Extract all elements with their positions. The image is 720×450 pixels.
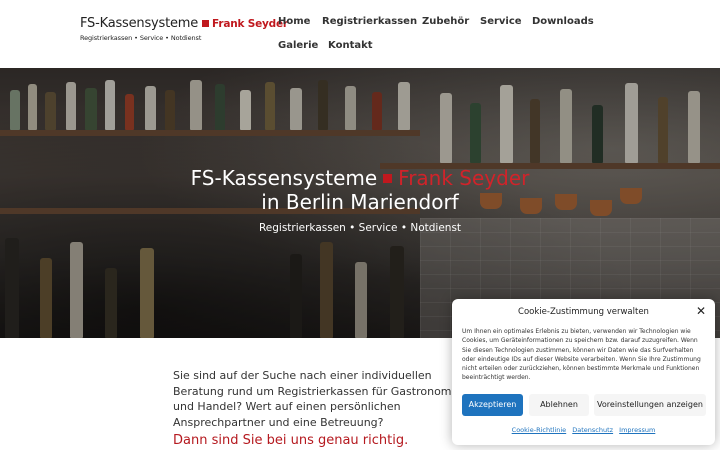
nav-kontakt[interactable]: Kontakt [328,40,373,51]
site-logo[interactable]: FS-Kassensysteme Frank Seyder Registrierk… [80,16,288,42]
logo-owner: Frank Seyder [212,18,288,30]
logo-tagline: Registrierkassen • Service • Notdienst [80,34,202,42]
accept-button[interactable]: Akzeptieren [462,394,523,416]
nav-service[interactable]: Service [480,16,522,27]
cookie-links: Cookie-Richtlinie Datenschutz Impressum [452,426,715,434]
logo-square-icon [202,19,210,27]
nav-home[interactable]: Home [278,16,310,27]
intro-cta: Dann sind Sie bei uns genau richtig. [173,433,409,448]
nav-galerie[interactable]: Galerie [278,40,318,51]
hero-subtitle: in Berlin Mariendorf [261,190,459,214]
title-square-icon [383,173,393,183]
preferences-button[interactable]: Voreinstellungen anzeigen [594,394,706,416]
nav-registrierkassen[interactable]: Registrierkassen [322,16,417,27]
cookie-consent-dialog: Cookie-Zustimmung verwalten ✕ Um Ihnen e… [452,299,715,445]
cookie-policy-link[interactable]: Cookie-Richtlinie [512,426,567,434]
hero-tags: Registrierkassen • Service • Notdienst [258,222,462,234]
imprint-link[interactable]: Impressum [619,426,655,434]
intro-text: Sie sind auf der Suche nach einer indivi… [173,369,462,429]
hero-title: FS-Kassensysteme Frank Seyder [190,166,530,190]
cookie-text: Um Ihnen ein optimales Erlebnis zu biete… [462,328,701,382]
logo-brand: FS-Kassensysteme [80,16,199,31]
cookie-title: Cookie-Zustimmung verwalten [518,307,649,317]
hero-banner: FS-Kassensysteme Frank Seyder in Berlin M… [0,68,720,338]
close-icon[interactable]: ✕ [696,305,706,317]
site-header: FS-Kassensysteme Frank Seyder Registrierk… [0,0,720,68]
privacy-link[interactable]: Datenschutz [572,426,613,434]
nav-downloads[interactable]: Downloads [532,16,594,27]
nav-zubehoer[interactable]: Zubehör [422,16,469,27]
deny-button[interactable]: Ablehnen [529,394,589,416]
